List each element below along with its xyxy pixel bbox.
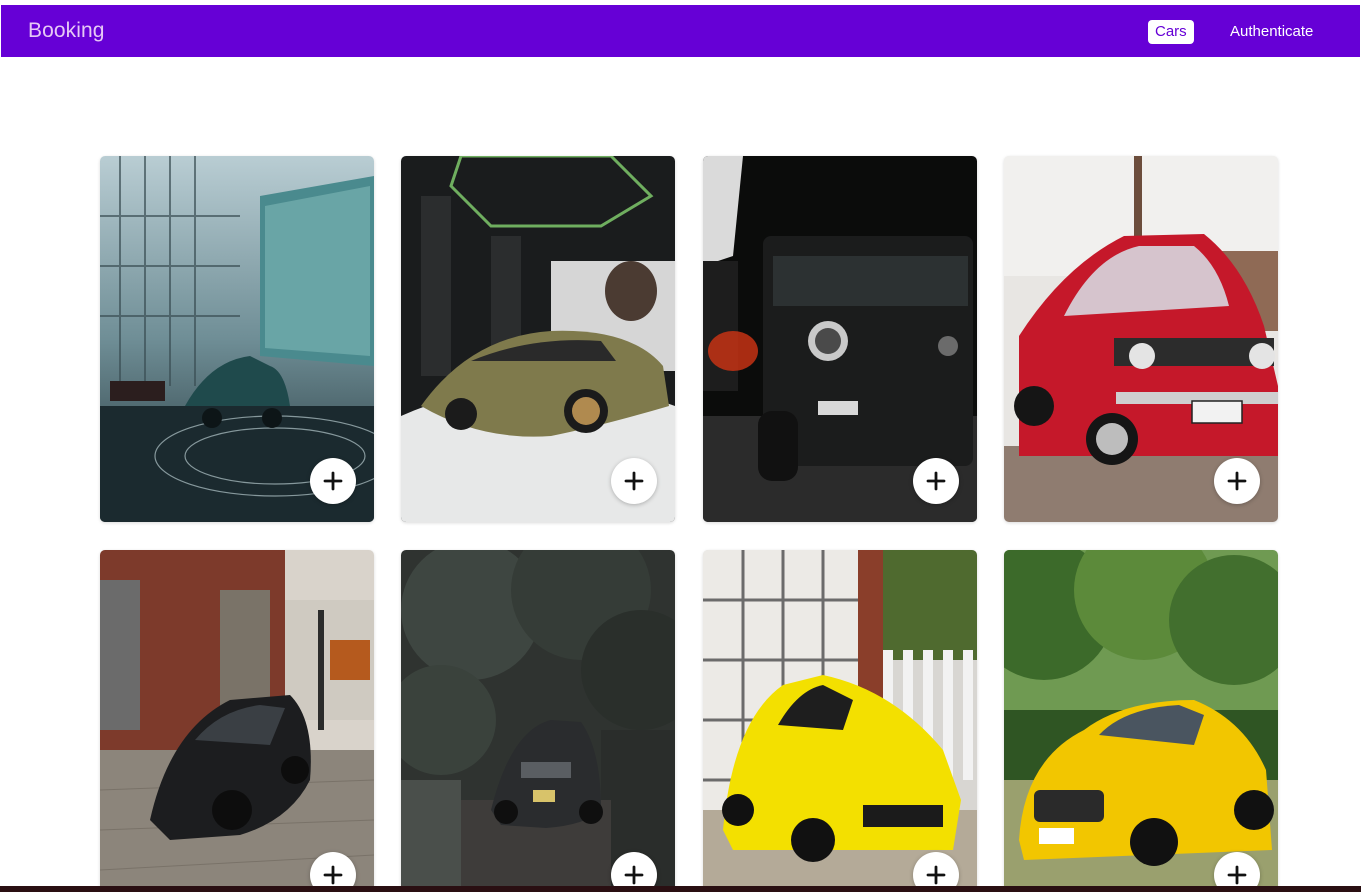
add-to-booking-button[interactable]	[310, 458, 356, 504]
window-bottom-edge	[0, 886, 1361, 892]
car-card[interactable]	[1004, 156, 1278, 522]
plus-icon	[624, 471, 644, 491]
car-card[interactable]	[1004, 550, 1278, 892]
car-card[interactable]	[401, 156, 675, 522]
car-photo-amg-gt	[1004, 550, 1278, 892]
car-card[interactable]	[100, 550, 374, 892]
app-window: Booking Cars Authenticate	[0, 0, 1361, 892]
plus-icon	[926, 865, 946, 885]
car-card[interactable]	[401, 550, 675, 892]
plus-icon	[1227, 865, 1247, 885]
car-photo-audi-cobblestone	[100, 550, 374, 892]
add-to-booking-button[interactable]	[1214, 458, 1260, 504]
plus-icon	[323, 471, 343, 491]
top-navbar: Booking Cars Authenticate	[1, 5, 1360, 57]
plus-icon	[323, 865, 343, 885]
add-to-booking-button[interactable]	[611, 458, 657, 504]
car-card[interactable]	[703, 550, 977, 892]
plus-icon	[1227, 471, 1247, 491]
car-card[interactable]	[703, 156, 977, 522]
nav-authenticate-link[interactable]: Authenticate	[1230, 22, 1313, 42]
car-photo-ferrari	[703, 550, 977, 892]
plus-icon	[926, 471, 946, 491]
car-card[interactable]	[100, 156, 374, 522]
brand-title[interactable]: Booking	[28, 19, 105, 43]
car-photo-audi-r8	[401, 550, 675, 892]
plus-icon	[624, 865, 644, 885]
nav-cars-link[interactable]: Cars	[1148, 20, 1194, 44]
add-to-booking-button[interactable]	[913, 458, 959, 504]
